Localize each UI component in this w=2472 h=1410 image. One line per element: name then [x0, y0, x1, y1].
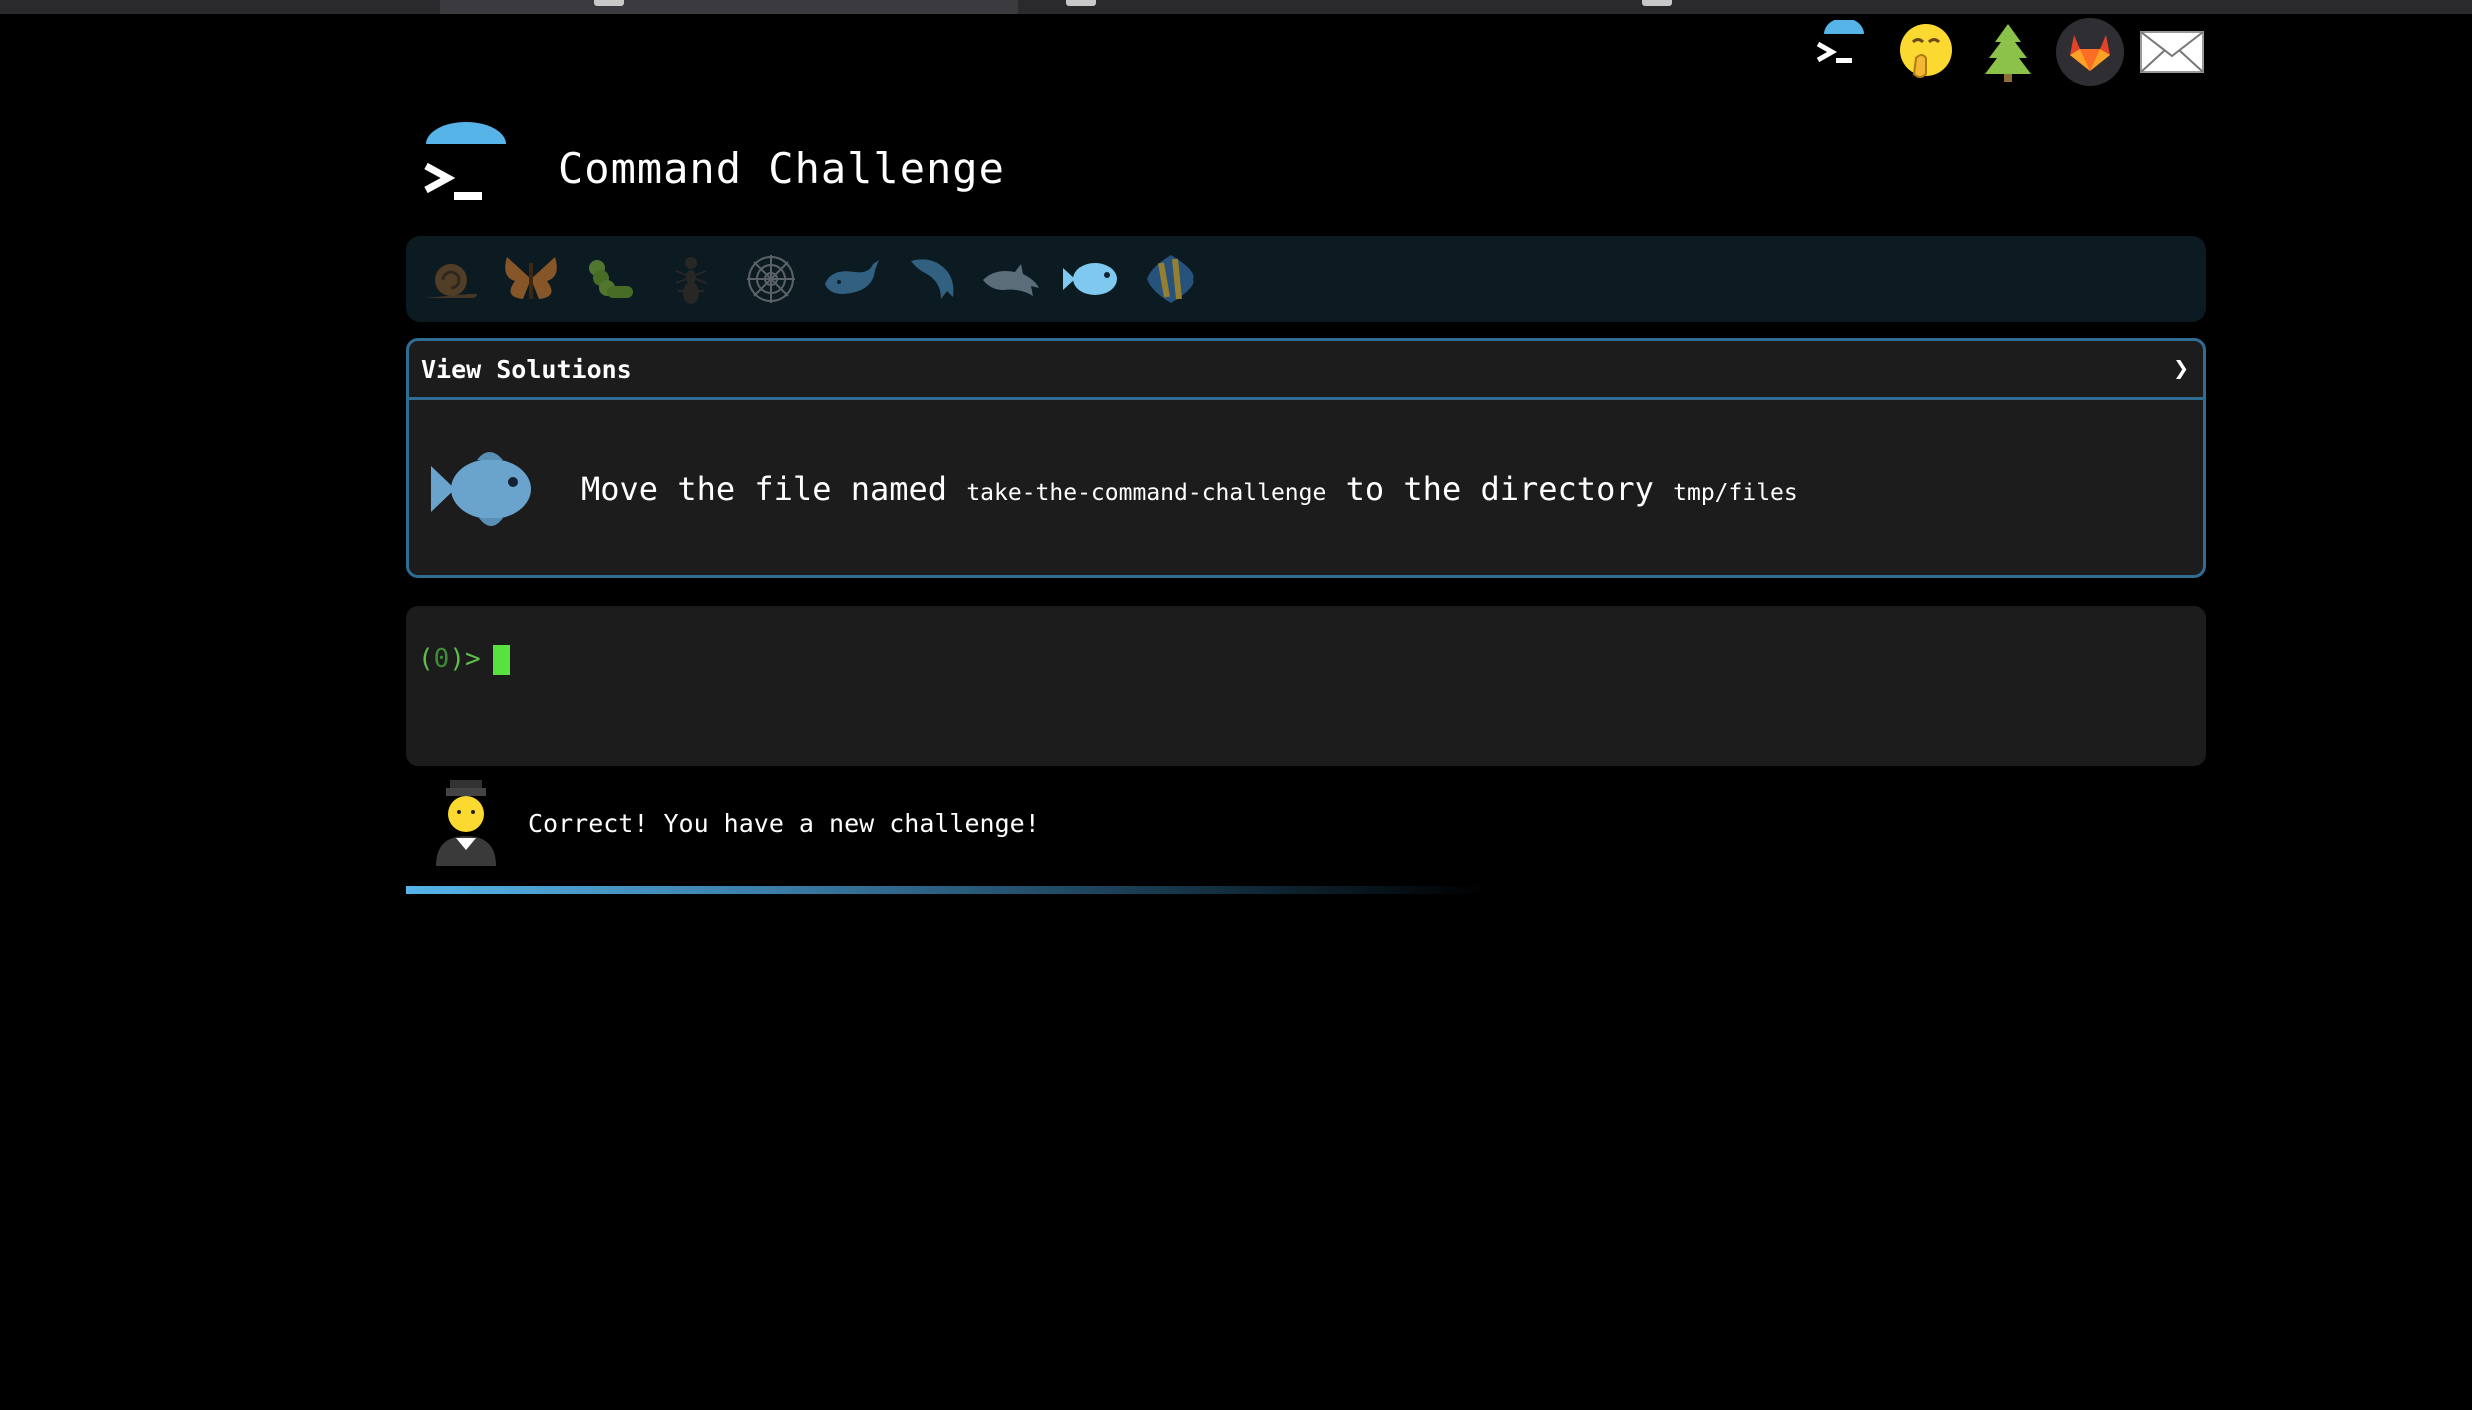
command-challenge-icon: [1816, 20, 1864, 63]
terminal-logo-icon: [424, 122, 506, 200]
level-caterpillar[interactable]: [578, 246, 644, 312]
level-tropical-fish[interactable]: [1138, 246, 1204, 312]
dolphin-icon-2: [983, 264, 1039, 296]
command-challenge-link[interactable]: [1810, 18, 1878, 86]
browser-tab-active[interactable]: [440, 0, 1019, 14]
prompt-open: (: [418, 644, 434, 674]
terminal-prompt: (0)>: [418, 644, 510, 675]
mail-icon: [2140, 31, 2204, 73]
gitlab-icon: [2070, 35, 2110, 71]
gitlab-link[interactable]: [2056, 18, 2124, 86]
challenge-body: Move the file named take-the-command-cha…: [409, 400, 2203, 575]
challenge-filename: take-the-command-challenge: [966, 480, 1327, 506]
hand-over-mouth-emoji-icon: [1900, 24, 1952, 78]
christmas-tree-link[interactable]: [1974, 18, 2042, 86]
challenge-text: Move the file named take-the-command-cha…: [581, 470, 1798, 508]
level-dolphin-2[interactable]: [978, 246, 1044, 312]
level-butterfly[interactable]: [498, 246, 564, 312]
terminal-cursor: [492, 644, 510, 675]
dolphin-icon: [911, 259, 954, 299]
level-ant[interactable]: [658, 246, 724, 312]
level-spider-web[interactable]: [738, 246, 804, 312]
top-links: [1810, 18, 2206, 86]
butterfly-icon: [505, 257, 557, 299]
feedback-message: Correct! You have a new challenge!: [432, 780, 1040, 866]
caterpillar-icon: [589, 260, 633, 298]
feedback-text: Correct! You have a new challenge!: [528, 808, 1040, 838]
terminal-input[interactable]: (0)>: [406, 606, 2206, 766]
tab-favicon-icon: [1642, 0, 1672, 6]
fish-icon: [1063, 263, 1117, 295]
view-solutions-toggle[interactable]: View Solutions ❯: [409, 341, 2203, 400]
browser-tab[interactable]: [1018, 0, 1595, 14]
level-whale[interactable]: [818, 246, 884, 312]
snail-icon: [425, 264, 477, 298]
ant-icon: [675, 257, 707, 304]
page-title: Command Challenge: [558, 143, 1005, 193]
mail-link[interactable]: [2138, 18, 2206, 86]
challenge-directory: tmp/files: [1673, 480, 1798, 506]
spider-web-icon: [747, 255, 795, 303]
page-header: Command Challenge: [412, 108, 1005, 228]
view-solutions-label: View Solutions: [421, 354, 632, 384]
browser-tab-strip: [0, 0, 2472, 14]
progress-bar: [406, 886, 1486, 894]
prompt-count: 0: [433, 644, 450, 674]
level-fish-current[interactable]: [1058, 246, 1124, 312]
judge-avatar-icon: [436, 780, 496, 866]
level-progress-bar: [406, 236, 2206, 322]
christmas-tree-icon: [1985, 24, 2031, 82]
tab-favicon-icon: [594, 0, 624, 6]
fish-icon: [431, 452, 531, 526]
challenge-text-pre: Move the file named: [581, 470, 967, 508]
browser-tab[interactable]: [1594, 0, 2171, 14]
level-dolphin[interactable]: [898, 246, 964, 312]
browser-tab[interactable]: [0, 0, 441, 14]
level-snail[interactable]: [418, 246, 484, 312]
challenge-card: View Solutions ❯ Move the file named tak…: [406, 338, 2206, 578]
browser-tab[interactable]: [2170, 0, 2472, 14]
logo[interactable]: [412, 120, 516, 216]
whale-icon: [825, 260, 879, 294]
tropical-fish-icon: [1147, 255, 1194, 303]
prompt-close: )>: [449, 644, 481, 674]
hand-over-mouth-link[interactable]: [1892, 18, 1960, 86]
chevron-right-icon: ❯: [2173, 354, 2189, 384]
tab-favicon-icon: [1066, 0, 1096, 6]
challenge-text-mid: to the directory: [1326, 470, 1674, 508]
